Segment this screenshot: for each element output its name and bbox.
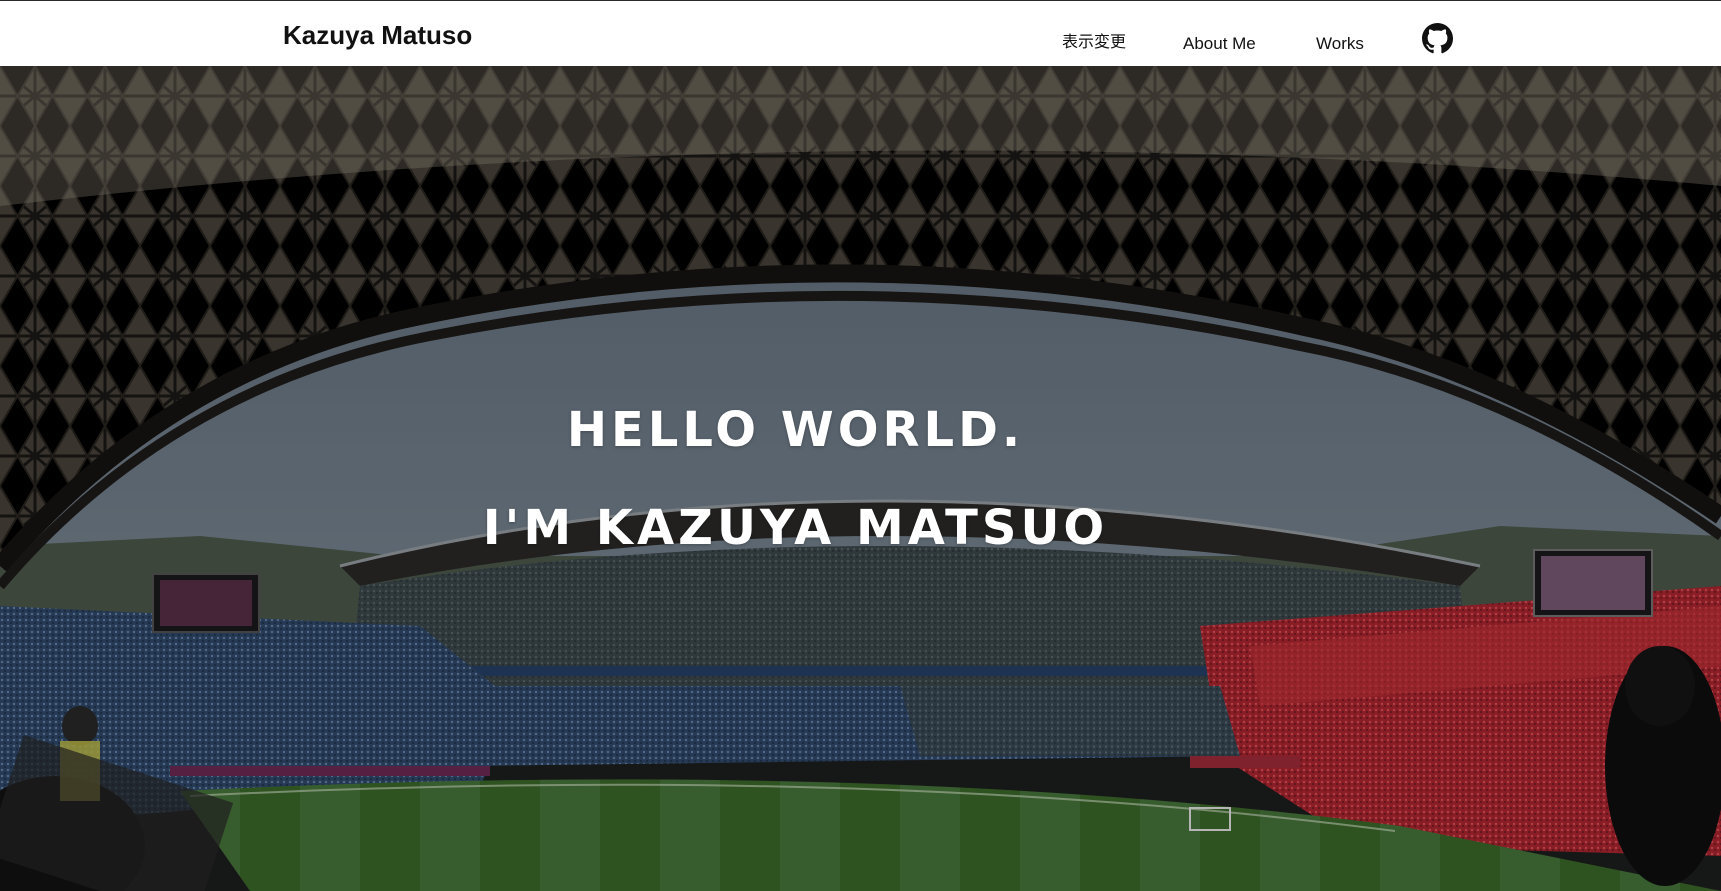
hero-dark-overlay: [0, 66, 1721, 891]
github-icon[interactable]: [1422, 23, 1453, 54]
github-icon-graphic: [1422, 23, 1453, 54]
hero-section: HELLO WORLD. I'M KAZUYA MATSUO: [0, 66, 1721, 891]
top-navbar: Kazuya Matuso 表示変更 About Me Works: [0, 0, 1721, 66]
nav-about-me-link[interactable]: About Me: [1183, 35, 1256, 52]
nav-works-link[interactable]: Works: [1316, 35, 1364, 52]
nav-display-toggle-link[interactable]: 表示変更: [1062, 34, 1126, 50]
site-brand-link[interactable]: Kazuya Matuso: [283, 22, 472, 48]
hero-greeting: HELLO WORLD.: [566, 402, 1025, 458]
hero-introduction: I'M KAZUYA MATSUO: [482, 500, 1109, 556]
